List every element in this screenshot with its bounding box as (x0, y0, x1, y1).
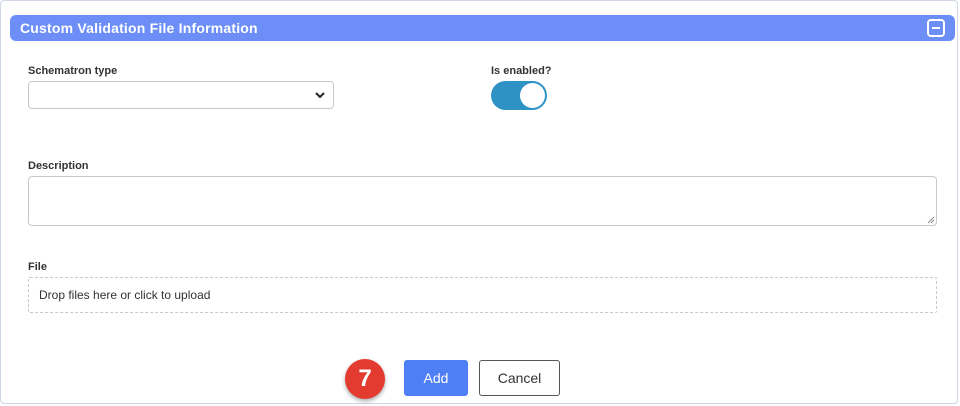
dropzone-text: Drop files here or click to upload (39, 288, 211, 302)
add-button[interactable]: Add (404, 360, 468, 396)
schematron-type-label: Schematron type (28, 65, 118, 77)
is-enabled-label: Is enabled? (491, 65, 552, 77)
is-enabled-toggle[interactable] (491, 81, 547, 110)
file-dropzone[interactable]: Drop files here or click to upload (28, 277, 937, 313)
minus-square-icon[interactable] (927, 19, 945, 37)
chevron-down-icon (315, 92, 325, 99)
description-label: Description (28, 160, 89, 172)
toggle-knob (520, 83, 545, 108)
file-label: File (28, 261, 47, 273)
panel-title: Custom Validation File Information (20, 20, 258, 36)
custom-validation-panel: Custom Validation File Information Schem… (0, 0, 958, 404)
description-textarea[interactable] (28, 176, 937, 226)
cancel-button[interactable]: Cancel (479, 360, 560, 396)
resize-grip-icon[interactable] (927, 216, 935, 224)
step-number-badge: 7 (345, 359, 385, 399)
panel-header: Custom Validation File Information (10, 15, 955, 41)
schematron-type-select[interactable] (28, 81, 334, 109)
